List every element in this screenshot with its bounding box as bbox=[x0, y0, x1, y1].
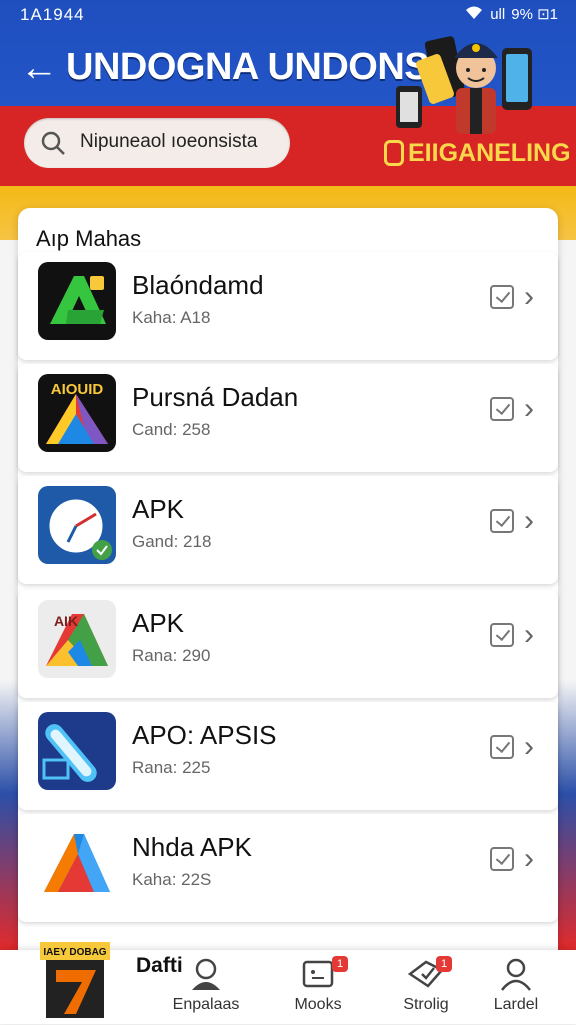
app-subtitle: Gand: 218 bbox=[132, 532, 212, 551]
nav-item-enpalaas[interactable]: Enpalaas bbox=[156, 956, 256, 1020]
notification-badge: 1 bbox=[436, 956, 452, 972]
featured-app-badge: IAEY DOBAG bbox=[43, 947, 106, 958]
app-name: Nhda APK bbox=[132, 832, 252, 862]
app-icon: AIK bbox=[38, 600, 116, 678]
list-item[interactable]: Blaóndamd Kaha: A18 › bbox=[18, 252, 558, 360]
tag-icon: 1 bbox=[376, 956, 476, 992]
search-bar[interactable]: Nipuneaol ıoeonsista bbox=[24, 118, 290, 168]
app-name: APK bbox=[132, 608, 185, 638]
chevron-right-icon[interactable]: › bbox=[524, 618, 534, 652]
app-subtitle: Rana: 290 bbox=[132, 646, 211, 665]
mascot-illustration bbox=[392, 26, 544, 138]
checkbox-icon[interactable] bbox=[490, 397, 514, 421]
nav-label: Enpalaas bbox=[172, 996, 240, 1013]
chevron-right-icon[interactable]: › bbox=[524, 392, 534, 426]
app-icon-text: AIK bbox=[54, 613, 78, 629]
checkbox-icon[interactable] bbox=[490, 623, 514, 647]
app-subtitle: Kaha: 22S bbox=[132, 870, 212, 889]
app-name: APO: APSIS bbox=[132, 720, 277, 750]
nav-label: Lardel bbox=[493, 996, 539, 1013]
messages-icon: 1 bbox=[268, 956, 368, 992]
notification-badge: 1 bbox=[332, 956, 348, 972]
nav-label: Mooks bbox=[294, 996, 342, 1013]
search-icon bbox=[41, 131, 65, 155]
chevron-right-icon[interactable]: › bbox=[524, 280, 534, 314]
app-name: Blaóndamd bbox=[132, 270, 264, 300]
app-subtitle: Kaha: A18 bbox=[132, 308, 211, 327]
checkbox-icon[interactable] bbox=[490, 735, 514, 759]
user-icon bbox=[466, 956, 566, 992]
app-name: APK bbox=[132, 494, 185, 524]
app-icon bbox=[38, 824, 116, 902]
profile-icon bbox=[156, 956, 256, 992]
status-icons: ull 9% ⊡1 bbox=[464, 4, 558, 24]
list-item[interactable]: Nhda APK Kaha: 22S › bbox=[18, 814, 558, 922]
list-item[interactable]: APO: APSIS Rana: 225 › bbox=[18, 702, 558, 810]
list-item[interactable]: APK Gand: 218 › bbox=[18, 476, 558, 584]
back-arrow-icon: ← bbox=[20, 47, 58, 89]
chevron-right-icon[interactable]: › bbox=[524, 504, 534, 538]
list-item[interactable]: AIOUID Pursná Dadan Cand: 258 › bbox=[18, 364, 558, 472]
brand-tag: EIIGANELING bbox=[384, 136, 571, 170]
app-name: Pursná Dadan bbox=[132, 382, 299, 412]
app-icon bbox=[38, 486, 116, 564]
checkbox-icon[interactable] bbox=[490, 847, 514, 871]
wifi-icon bbox=[464, 4, 484, 24]
chevron-right-icon[interactable]: › bbox=[524, 730, 534, 764]
chevron-right-icon[interactable]: › bbox=[524, 842, 534, 876]
app-icon bbox=[38, 712, 116, 790]
section-title: Aıp Mahas bbox=[36, 226, 142, 251]
app-subtitle: Cand: 258 bbox=[132, 420, 211, 439]
brand-logo-icon bbox=[384, 140, 404, 166]
nav-item-lardel[interactable]: Lardel bbox=[466, 956, 566, 1020]
app-icon bbox=[38, 262, 116, 340]
search-input[interactable]: Nipuneaol ıoeonsista bbox=[80, 131, 257, 153]
app-icon: AIOUID bbox=[38, 374, 116, 452]
checkbox-icon[interactable] bbox=[490, 509, 514, 533]
battery-text: 9% ⊡1 bbox=[511, 6, 558, 23]
app-icon-text: AIOUID bbox=[51, 381, 104, 398]
nav-item-mooks[interactable]: 1 Mooks bbox=[268, 956, 368, 1020]
app-subtitle: Rana: 225 bbox=[132, 758, 211, 777]
checkbox-icon[interactable] bbox=[490, 285, 514, 309]
nav-item-strolig[interactable]: 1 Strolig bbox=[376, 956, 476, 1020]
back-button[interactable]: ← bbox=[20, 49, 58, 87]
brand-label: EIIGANELING bbox=[408, 138, 571, 167]
signal-icon: ull bbox=[490, 5, 506, 23]
featured-app-icon[interactable]: IAEY DOBAG bbox=[40, 940, 110, 1020]
status-time: 1A1944 bbox=[20, 5, 85, 24]
nav-label: Strolig bbox=[403, 996, 449, 1013]
list-item[interactable]: AIK APK Rana: 290 › bbox=[18, 590, 558, 698]
